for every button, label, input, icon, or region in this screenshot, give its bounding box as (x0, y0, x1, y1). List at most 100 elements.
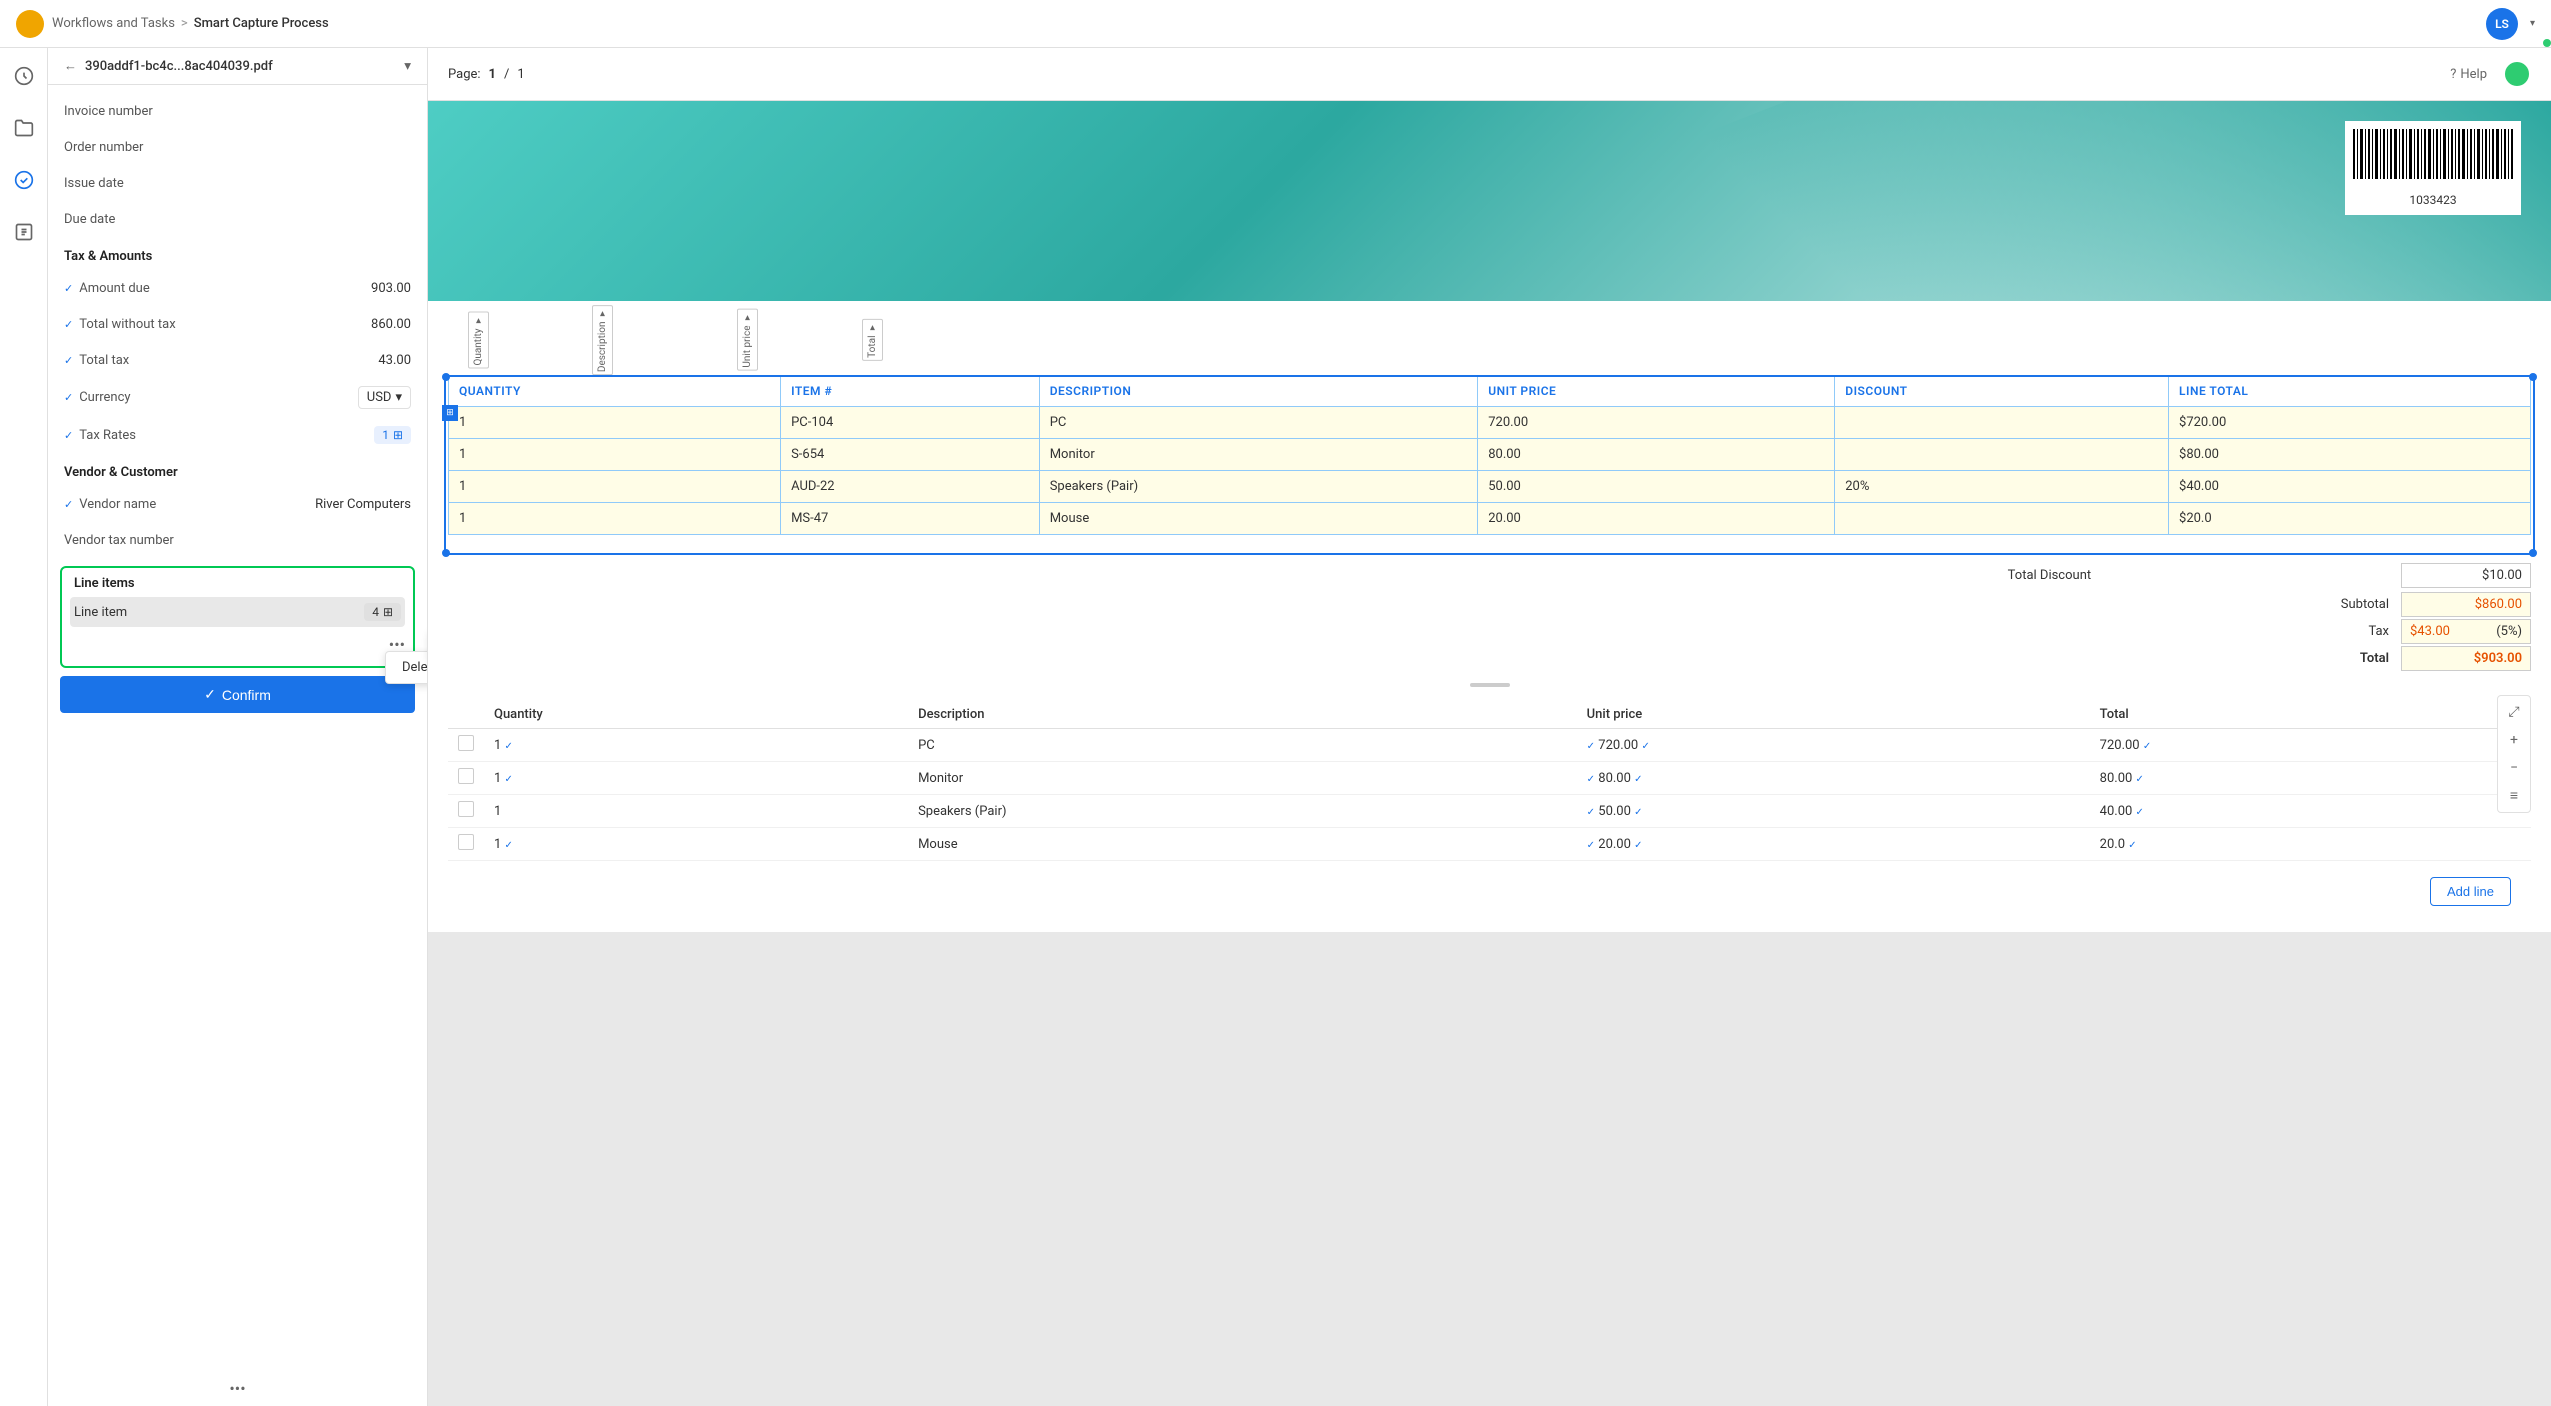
li-checkbox-cell[interactable] (448, 762, 484, 795)
invoice-cell-description: Speakers (Pair) (1039, 471, 1478, 503)
amount-due-label: ✓ Amount due (64, 281, 150, 296)
line-item-label: Line item (74, 605, 127, 620)
three-dots-button[interactable]: ••• (70, 631, 405, 658)
sidebar-item-dashboard[interactable] (8, 60, 40, 92)
subtotal-row: Subtotal $860.00 (448, 592, 2531, 617)
invoice-cell-line-total: $720.00 (2169, 407, 2531, 439)
sidebar-item-tasks[interactable] (8, 216, 40, 248)
document-area[interactable]: 1033423 Quantity ▾ Description ▾ Unit pr… (428, 101, 2551, 1406)
app-logo (16, 10, 44, 38)
due-date-row: Due date (48, 201, 427, 237)
page-header-right: ? Help (2450, 60, 2531, 88)
total-tax-row: ✓ Total tax 43.00 (48, 342, 427, 378)
zoom-expand-button[interactable]: ⤢ (2502, 700, 2526, 724)
total-discount-label: Total Discount (2008, 568, 2091, 583)
li-checkbox-cell[interactable] (448, 729, 484, 762)
li-th-quantity: Quantity (484, 701, 908, 729)
invoice-header-bg: 1033423 (428, 101, 2551, 301)
line-item-table-row: 1 ✓ Mouse ✓ 20.00 ✓ 20.0 ✓ (448, 828, 2531, 861)
invoice-th-item: ITEM # (781, 376, 1040, 407)
sidebar-item-folder[interactable] (8, 112, 40, 144)
help-link[interactable]: ? Help (2450, 67, 2487, 82)
sidebar-item-capture[interactable] (8, 164, 40, 196)
scroll-handle[interactable] (1470, 683, 1510, 687)
vendor-tax-number-label: Vendor tax number (64, 533, 174, 548)
li-th-checkbox (448, 701, 484, 729)
line-item-row: Line item 4 ⊞ (70, 597, 405, 627)
description-dropdown[interactable]: Description ▾ (592, 305, 613, 375)
li-quantity-cell: 1 (484, 795, 908, 828)
order-number-label: Order number (64, 140, 143, 155)
zoom-in-button[interactable]: + (2502, 728, 2526, 752)
subtotal-label: Subtotal (2341, 597, 2389, 612)
li-description-cell: Monitor (908, 762, 1577, 795)
tax-rates-grid-icon: ⊞ (393, 428, 403, 442)
invoice-th-discount: DISCOUNT (1835, 376, 2169, 407)
file-dropdown-button[interactable]: ▾ (404, 58, 411, 74)
li-total-cell: 80.00 ✓ (2090, 762, 2531, 795)
invoice-cell-quantity: 1 (449, 471, 781, 503)
page-current: 1 (489, 67, 496, 82)
currency-label: ✓ Currency (64, 390, 131, 405)
left-panel-content: Invoice number Order number Issue date D… (48, 85, 427, 1371)
invoice-th-unit-price: UNIT PRICE (1478, 376, 1835, 407)
back-arrow-icon[interactable]: ← (64, 58, 77, 74)
user-avatar[interactable]: LS (2486, 8, 2518, 40)
invoice-table-row: 1 S-654 Monitor 80.00 $80.00 (449, 439, 2531, 471)
li-total-cell: 720.00 ✓ (2090, 729, 2531, 762)
add-line-area: Add line (448, 861, 2531, 922)
total-label: Total (2360, 651, 2389, 666)
chevron-down-icon[interactable]: ▾ (2530, 18, 2535, 29)
total-discount-row: Total Discount $10.00 (448, 563, 2531, 588)
total-tax-value: 43.00 (378, 353, 411, 368)
total-dropdown[interactable]: Total ▾ (862, 319, 883, 361)
line-items-header: Line items (70, 576, 405, 597)
quantity-dropdown[interactable]: Quantity ▾ (468, 312, 489, 369)
barcode-number: 1033423 (2353, 193, 2513, 207)
invoice-cell-item: AUD-22 (781, 471, 1040, 503)
delete-all-menu-item[interactable]: Delete all (386, 652, 427, 683)
line-item-table-row: 1 ✓ PC ✓ 720.00 ✓ 720.00 ✓ (448, 729, 2531, 762)
li-checkbox-cell[interactable] (448, 795, 484, 828)
order-number-row: Order number (48, 129, 427, 165)
li-th-unit-price: Unit price (1577, 701, 2090, 729)
currency-select[interactable]: USD ▾ (358, 386, 411, 409)
unit-price-dropdown[interactable]: Unit price ▾ (737, 309, 758, 371)
line-item-count-badge: 4 ⊞ (364, 603, 401, 621)
line-item-table-row: 1 ✓ Monitor ✓ 80.00 ✓ 80.00 ✓ (448, 762, 2531, 795)
confirm-button[interactable]: ✓ Confirm (60, 676, 415, 713)
main-layout: ← 390addf1-bc4c...8ac404039.pdf ▾ Invoic… (0, 48, 2551, 1406)
tax-label: Tax (2368, 624, 2389, 639)
li-unit-price-cell: ✓ 80.00 ✓ (1577, 762, 2090, 795)
vendor-name-value: River Computers (315, 497, 411, 512)
breadcrumb-current: Smart Capture Process (194, 16, 329, 31)
breadcrumb: Workflows and Tasks > Smart Capture Proc… (52, 16, 329, 31)
amount-due-row: ✓ Amount due 903.00 (48, 270, 427, 306)
bottom-three-dots-button[interactable]: ••• (48, 1371, 427, 1406)
invoice-number-label: Invoice number (64, 104, 153, 119)
amount-due-check-icon: ✓ (64, 282, 73, 295)
invoice-cell-discount (1835, 407, 2169, 439)
invoice-cell-item: S-654 (781, 439, 1040, 471)
zoom-out-button[interactable]: − (2502, 756, 2526, 780)
zoom-fit-button[interactable]: ≡ (2502, 784, 2526, 808)
breadcrumb-parent[interactable]: Workflows and Tasks (52, 16, 175, 31)
col-dropdowns: Quantity ▾ Description ▾ Unit price ▾ To… (428, 301, 2551, 375)
invoice-th-description: DESCRIPTION (1039, 376, 1478, 407)
confirm-check-icon: ✓ (204, 686, 216, 703)
currency-dropdown-icon: ▾ (395, 390, 402, 405)
currency-check-icon: ✓ (64, 391, 73, 404)
invoice-cell-unit-price: 50.00 (1478, 471, 1835, 503)
total-without-tax-check-icon: ✓ (64, 318, 73, 331)
tax-rates-badge[interactable]: 1 ⊞ (374, 426, 411, 444)
li-checkbox-cell[interactable] (448, 828, 484, 861)
li-unit-price-cell: ✓ 20.00 ✓ (1577, 828, 2090, 861)
invoice-cell-discount (1835, 503, 2169, 535)
page-sep: / (504, 67, 509, 82)
total-tax-check-icon: ✓ (64, 354, 73, 367)
invoice-cell-description: PC (1039, 407, 1478, 439)
table-icon: ⊞ (442, 405, 458, 421)
add-line-button[interactable]: Add line (2430, 877, 2511, 906)
vendor-name-check-icon: ✓ (64, 498, 73, 511)
li-unit-price-cell: ✓ 720.00 ✓ (1577, 729, 2090, 762)
